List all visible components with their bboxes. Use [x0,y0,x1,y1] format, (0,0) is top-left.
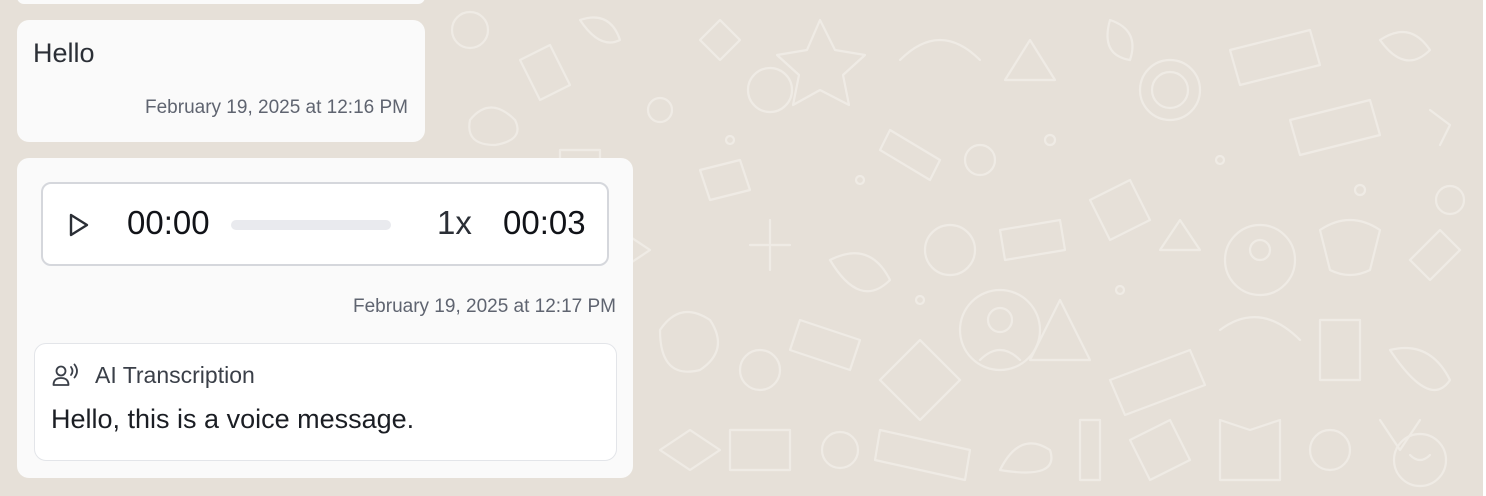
transcription-title: AI Transcription [95,362,255,388]
previous-message-bubble [17,0,425,4]
message-text: Hello [33,38,95,68]
message-timestamp: February 19, 2025 at 12:17 PM [353,296,616,317]
audio-current-time: 00:00 [127,204,210,241]
audio-progress-bar[interactable] [231,220,391,230]
playback-speed-button[interactable]: 1x [437,204,472,242]
transcription-card: AI Transcription Hello, this is a voice … [34,343,617,461]
message-bubble-voice: 00:00 1x 00:03 February 19, 2025 at 12:1… [17,158,633,478]
message-bubble-text: Hello February 19, 2025 at 12:16 PM [17,20,425,142]
play-icon[interactable] [63,210,93,240]
transcription-text: Hello, this is a voice message. [51,404,415,434]
voice-person-icon [52,363,78,386]
message-timestamp: February 19, 2025 at 12:16 PM [145,97,408,118]
audio-duration: 00:03 [503,204,586,241]
audio-player: 00:00 1x 00:03 [41,182,609,266]
